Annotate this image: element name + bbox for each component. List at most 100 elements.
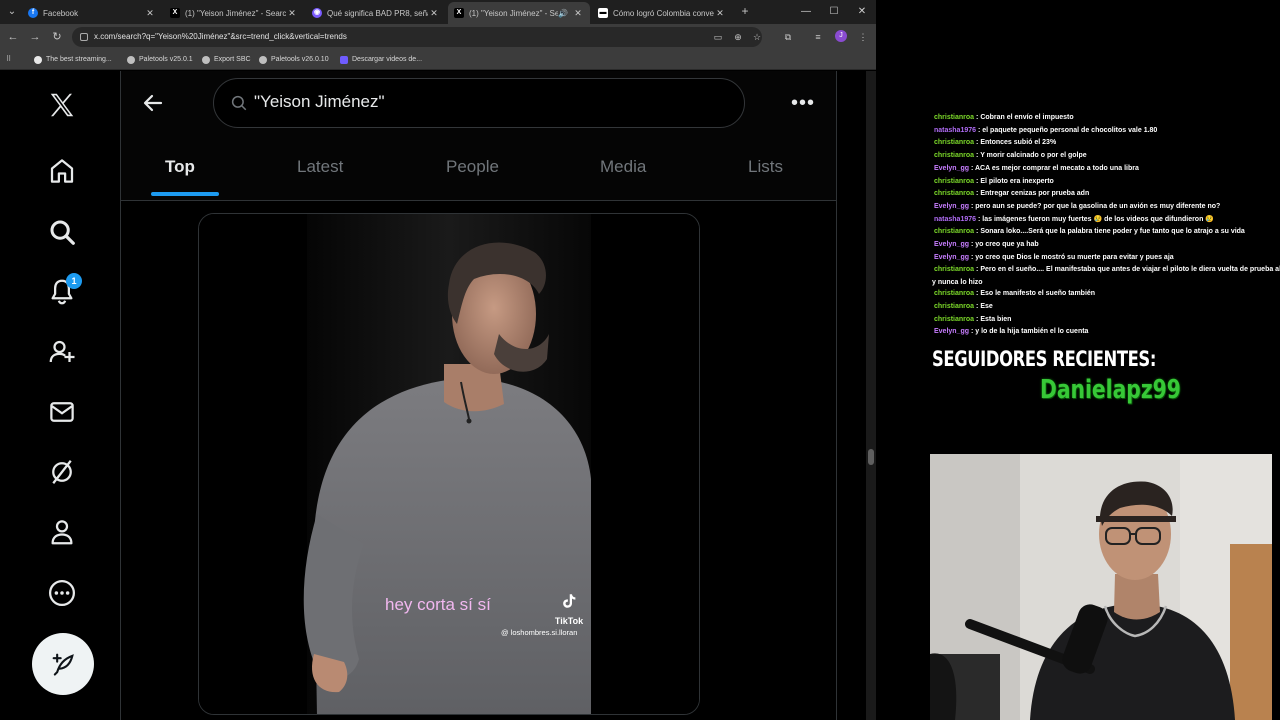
x-search-page: 1 "Yeison Jiménez" ••• Top Latest People…	[0, 71, 876, 720]
chat-username: Evelyn_gg	[934, 202, 970, 210]
bookmark-star-icon[interactable]: ☆	[749, 29, 765, 45]
back-icon[interactable]: ←	[5, 29, 21, 45]
profile-icon[interactable]	[44, 514, 80, 550]
speaker-icon[interactable]: 🔊	[558, 9, 568, 18]
chat-username: christianroa	[934, 290, 975, 298]
chat-message: christianroa : Esta bien	[934, 314, 1280, 327]
chat-username: christianroa	[934, 152, 975, 160]
scrollbar[interactable]	[866, 71, 876, 720]
grok-icon[interactable]	[44, 454, 80, 490]
home-icon[interactable]	[44, 153, 80, 189]
tab-top[interactable]: Top	[165, 157, 195, 177]
bookmark-icon	[259, 56, 267, 64]
site-info-icon[interactable]	[80, 33, 88, 41]
menu-icon[interactable]: ⋮	[855, 29, 871, 45]
recent-followers-title: SEGUIDORES RECIENTES:	[932, 347, 1156, 371]
tab-title: (1) "Yeison Jiménez" - Search /	[185, 8, 286, 18]
bookmark-icon	[340, 56, 348, 64]
bookmark-item[interactable]: The best streaming...	[34, 53, 112, 67]
bookmark-label: Export SBC	[214, 56, 251, 63]
zoom-icon[interactable]: ⊕	[730, 29, 746, 45]
bookmark-icon	[34, 56, 42, 64]
chat-text: Y morir calcinado o por el golpe	[980, 152, 1087, 160]
back-arrow-icon[interactable]	[141, 91, 165, 115]
more-options-icon[interactable]	[44, 575, 80, 611]
chat-text: El piloto era inexperto	[980, 177, 1054, 185]
scrollbar-thumb[interactable]	[868, 449, 874, 465]
close-icon[interactable]: ✕	[286, 8, 298, 19]
chat-message: Evelyn_gg : yo creo que ya hab	[934, 239, 1280, 252]
tab-bar: ⌄ f Facebook ✕ X (1) "Yeison Jiménez" - …	[0, 0, 876, 24]
search-query-text: "Yeison Jiménez"	[254, 92, 385, 111]
close-icon[interactable]: ✕	[428, 8, 440, 19]
follow-people-icon[interactable]	[44, 334, 80, 370]
video-player[interactable]: hey corta sí sí TikTok @ loshombres.si.l…	[198, 213, 700, 715]
bookmark-item[interactable]: Export SBC	[202, 53, 251, 67]
tab-people[interactable]: People	[446, 157, 499, 177]
close-icon[interactable]: ✕	[144, 8, 156, 19]
chat-text: y lo de la hija también el lo cuenta	[975, 328, 1089, 336]
explore-search-icon[interactable]	[44, 214, 80, 250]
chat-message: christianroa : Cobran el envío el impues…	[934, 112, 1280, 125]
tiktok-icon	[563, 594, 576, 608]
chat-message: natasha1976 : el paquete pequeño persona…	[934, 125, 1280, 138]
chat-username: christianroa	[934, 190, 975, 198]
messages-envelope-icon[interactable]	[44, 394, 80, 430]
reload-icon[interactable]: ↻	[49, 29, 65, 45]
tab-x-search-1[interactable]: X (1) "Yeison Jiménez" - Search / ✕	[164, 2, 304, 24]
chat-username: christianroa	[934, 302, 975, 310]
tab-facebook[interactable]: f Facebook ✕	[22, 2, 162, 24]
site-icon: ◉	[312, 8, 322, 18]
stream-overlay: christianroa : Cobran el envío el impues…	[876, 0, 1280, 720]
media-controls-icon[interactable]: ≡	[810, 29, 826, 45]
bookmark-item[interactable]: Descargar videos de...	[340, 53, 422, 67]
close-icon[interactable]: ✕	[572, 8, 584, 19]
chat-text: ACA es mejor comprar el mecato a todo un…	[974, 164, 1139, 172]
chat-username: natasha1976	[934, 215, 977, 223]
tab-colombia[interactable]: ▬ Cómo logró Colombia converti ✕	[592, 2, 732, 24]
bookmark-label: The best streaming...	[46, 56, 112, 63]
tab-latest[interactable]: Latest	[297, 157, 343, 177]
x-logo-icon[interactable]	[44, 87, 80, 123]
close-icon[interactable]: ✕	[714, 8, 726, 19]
bookmark-label: Paletools v26.0.10	[271, 56, 329, 63]
tab-bad-pr8[interactable]: ◉ Qué significa BAD PR8, señal q ✕	[306, 2, 446, 24]
header-divider	[121, 200, 836, 201]
chat-message: christianroa : Ese	[934, 301, 1280, 314]
tab-lists[interactable]: Lists	[748, 157, 783, 177]
search-input[interactable]: "Yeison Jiménez"	[213, 78, 745, 128]
minimize-button[interactable]: —	[798, 4, 814, 20]
video-frame-image	[199, 214, 699, 714]
address-bar[interactable]: x.com/search?q="Yeison%20Jiménez"&src=tr…	[72, 27, 762, 47]
chat-username: christianroa	[934, 228, 975, 236]
chat-text: Eso le manifesto el sueño también	[980, 290, 1096, 298]
new-tab-button[interactable]: +	[738, 4, 752, 18]
chat-text: Esta bien	[980, 315, 1012, 323]
bookmark-icon	[202, 56, 210, 64]
more-dots-icon[interactable]: •••	[791, 91, 815, 115]
apps-icon[interactable]: ⠿	[6, 53, 11, 67]
chat-text: Pero en el sueño.... El manifestaba que …	[980, 266, 1280, 274]
chat-text: el paquete pequeño personal de chocolito…	[982, 126, 1158, 134]
chat-text: las imágenes fueron muy fuertes 😢 de los…	[982, 215, 1215, 223]
chat-username: christianroa	[934, 177, 975, 185]
bookmark-icon	[127, 56, 135, 64]
tab-search-icon[interactable]: ⌄	[4, 4, 20, 20]
compose-post-button[interactable]	[32, 633, 94, 695]
tab-x-search-active[interactable]: X (1) "Yeison Jiménez" - Searc 🔊 ✕	[448, 2, 590, 24]
chat-text: pero aun se puede? por que la gasolina d…	[975, 202, 1221, 210]
video-caption: hey corta sí sí	[385, 595, 491, 614]
bookmark-item[interactable]: Paletools v26.0.10	[259, 53, 329, 67]
chat-log: christianroa : Cobran el envío el impues…	[932, 112, 1280, 339]
chat-text: yo creo que Dios le mostró su muerte par…	[975, 253, 1174, 261]
chat-username: natasha1976	[934, 126, 977, 134]
forward-icon[interactable]: →	[27, 29, 43, 45]
extensions-icon[interactable]: ⧉	[780, 29, 796, 45]
maximize-button[interactable]: ☐	[826, 4, 842, 20]
facebook-icon: f	[28, 8, 38, 18]
bookmark-item[interactable]: Paletools v25.0.1	[127, 53, 193, 67]
cast-icon[interactable]: ▭	[710, 29, 726, 45]
profile-avatar[interactable]: J	[835, 30, 847, 42]
close-window-button[interactable]: ✕	[854, 4, 870, 20]
tab-media[interactable]: Media	[600, 157, 646, 177]
